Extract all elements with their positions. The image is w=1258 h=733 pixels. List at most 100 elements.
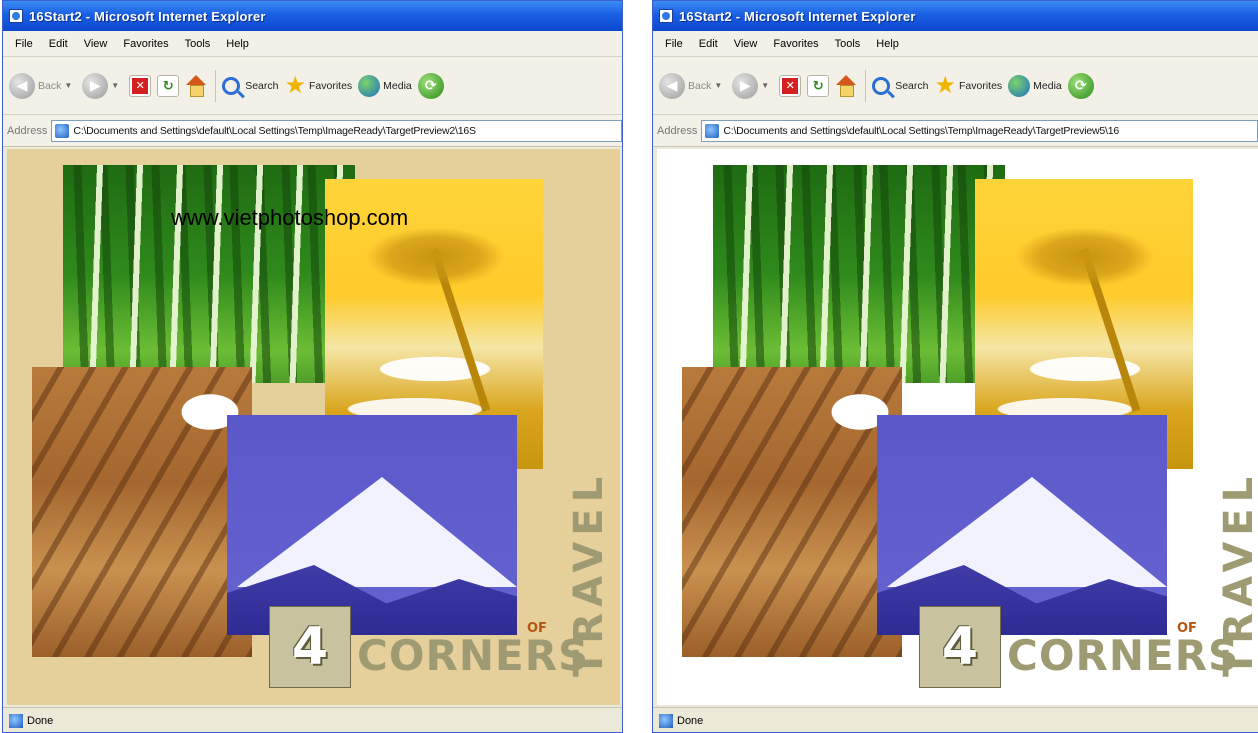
forward-button[interactable]: ▶ ▼ xyxy=(732,72,773,99)
menu-tools[interactable]: Tools xyxy=(177,38,219,50)
refresh-button[interactable]: ↻ xyxy=(807,74,830,97)
back-dropdown-icon[interactable]: ▼ xyxy=(64,81,72,90)
desert-photo xyxy=(32,367,252,657)
history-icon: ⟳ xyxy=(1067,72,1094,99)
page-icon xyxy=(705,123,720,138)
address-label: Address xyxy=(7,124,48,137)
page-status-icon xyxy=(659,714,673,728)
stop-icon: ✕ xyxy=(779,74,802,97)
logo-number: 4 xyxy=(291,617,329,677)
history-icon: ⟳ xyxy=(417,72,444,99)
ie-app-icon xyxy=(659,9,673,23)
star-icon: ★ xyxy=(284,71,306,99)
title-bar[interactable]: 16Start2 - Microsoft Internet Explorer xyxy=(3,1,622,31)
back-button[interactable]: ◀ Back ▼ xyxy=(9,72,76,99)
stop-button[interactable]: ✕ xyxy=(129,74,152,97)
status-text: Done xyxy=(27,715,54,727)
address-bar: Address C:\Documents and Settings\defaul… xyxy=(653,115,1258,147)
logo-travel: TRAVEL xyxy=(566,470,612,677)
logo-number-box: 4 xyxy=(269,606,351,688)
mountain-photo xyxy=(877,415,1167,635)
title-bar[interactable]: 16Start2 - Microsoft Internet Explorer xyxy=(653,1,1258,31)
page-icon xyxy=(55,123,70,138)
page-content: 4 OF CORNERS TRAVEL www.vietphotoshop.co… xyxy=(7,149,620,705)
search-button[interactable]: Search xyxy=(222,76,279,95)
refresh-icon: ↻ xyxy=(157,74,180,97)
favorites-button[interactable]: ★ Favorites xyxy=(284,71,352,99)
forward-button[interactable]: ▶ ▼ xyxy=(82,72,123,99)
window-title: 16Start2 - Microsoft Internet Explorer xyxy=(679,8,916,24)
toolbar: ◀ Back ▼ ▶ ▼ ✕ ↻ Search ★ Favorites Medi… xyxy=(3,57,622,115)
status-text: Done xyxy=(677,715,704,727)
menu-file[interactable]: File xyxy=(657,38,691,50)
media-button[interactable]: Media xyxy=(358,74,412,97)
page-content: 4 OF CORNERS TRAVEL xyxy=(657,149,1258,705)
logo-travel-wrap: TRAVEL xyxy=(1201,419,1258,677)
back-label: Back xyxy=(38,79,62,92)
menu-bar: File Edit View Favorites Tools Help xyxy=(3,31,622,57)
menu-favorites[interactable]: Favorites xyxy=(765,38,826,50)
mountain-photo xyxy=(227,415,517,635)
search-button[interactable]: Search xyxy=(872,76,929,95)
status-bar: Done xyxy=(3,707,622,732)
browser-window-left: 16Start2 - Microsoft Internet Explorer F… xyxy=(2,0,623,733)
window-title: 16Start2 - Microsoft Internet Explorer xyxy=(29,8,266,24)
desert-photo xyxy=(682,367,902,657)
logo-travel: TRAVEL xyxy=(1216,470,1258,677)
back-arrow-icon: ◀ xyxy=(659,72,685,99)
forest-photo xyxy=(63,165,355,383)
watermark-text: www.vietphotoshop.com xyxy=(171,205,409,230)
home-button[interactable] xyxy=(835,74,857,97)
favorites-button[interactable]: ★ Favorites xyxy=(934,73,1003,98)
back-dropdown-icon[interactable]: ▼ xyxy=(714,81,722,90)
address-input[interactable]: C:\Documents and Settings\default\Local … xyxy=(701,119,1258,142)
menu-edit[interactable]: Edit xyxy=(41,38,76,50)
menu-file[interactable]: File xyxy=(7,38,41,50)
status-bar: Done xyxy=(653,707,1258,732)
browser-window-right: 16Start2 - Microsoft Internet Explorer F… xyxy=(652,0,1258,733)
media-button[interactable]: Media xyxy=(1008,74,1062,97)
forest-photo xyxy=(713,165,1005,383)
ie-app-icon xyxy=(9,9,23,23)
forward-arrow-icon: ▶ xyxy=(732,72,759,99)
menu-tools[interactable]: Tools xyxy=(827,38,869,50)
history-button[interactable]: ⟳ xyxy=(1067,72,1094,99)
menu-help[interactable]: Help xyxy=(218,38,257,50)
menu-view[interactable]: View xyxy=(76,38,116,50)
menu-bar: File Edit View Favorites Tools Help xyxy=(653,31,1258,57)
menu-view[interactable]: View xyxy=(726,38,766,50)
search-label: Search xyxy=(895,79,929,92)
address-label: Address xyxy=(657,124,698,137)
history-button[interactable]: ⟳ xyxy=(417,72,444,99)
search-label: Search xyxy=(245,79,279,92)
forward-arrow-icon: ▶ xyxy=(82,72,109,99)
search-icon xyxy=(222,76,241,95)
back-arrow-icon: ◀ xyxy=(9,72,35,99)
forward-dropdown-icon[interactable]: ▼ xyxy=(111,81,119,90)
menu-help[interactable]: Help xyxy=(868,38,907,50)
address-input[interactable]: C:\Documents and Settings\default\Local … xyxy=(51,119,622,142)
toolbar-separator xyxy=(215,69,217,102)
media-globe-icon xyxy=(358,74,381,97)
logo-travel-wrap: TRAVEL xyxy=(551,419,615,677)
home-icon xyxy=(185,74,207,97)
refresh-button[interactable]: ↻ xyxy=(157,74,180,97)
home-icon xyxy=(835,74,857,97)
forward-dropdown-icon[interactable]: ▼ xyxy=(761,81,769,90)
logo-number: 4 xyxy=(941,617,979,677)
back-label: Back xyxy=(688,79,712,92)
stop-button[interactable]: ✕ xyxy=(779,74,802,97)
address-bar: Address C:\Documents and Settings\defaul… xyxy=(3,115,622,147)
media-globe-icon xyxy=(1008,74,1031,97)
menu-favorites[interactable]: Favorites xyxy=(115,38,176,50)
home-button[interactable] xyxy=(185,74,207,97)
address-url: C:\Documents and Settings\default\Local … xyxy=(723,124,1120,137)
media-label: Media xyxy=(383,79,412,92)
logo-number-box: 4 xyxy=(919,606,1001,688)
back-button[interactable]: ◀ Back ▼ xyxy=(659,72,726,99)
refresh-icon: ↻ xyxy=(807,74,830,97)
address-url: C:\Documents and Settings\default\Local … xyxy=(73,124,476,137)
favorites-label: Favorites xyxy=(958,79,1003,92)
menu-edit[interactable]: Edit xyxy=(691,38,726,50)
toolbar-separator xyxy=(865,69,867,102)
